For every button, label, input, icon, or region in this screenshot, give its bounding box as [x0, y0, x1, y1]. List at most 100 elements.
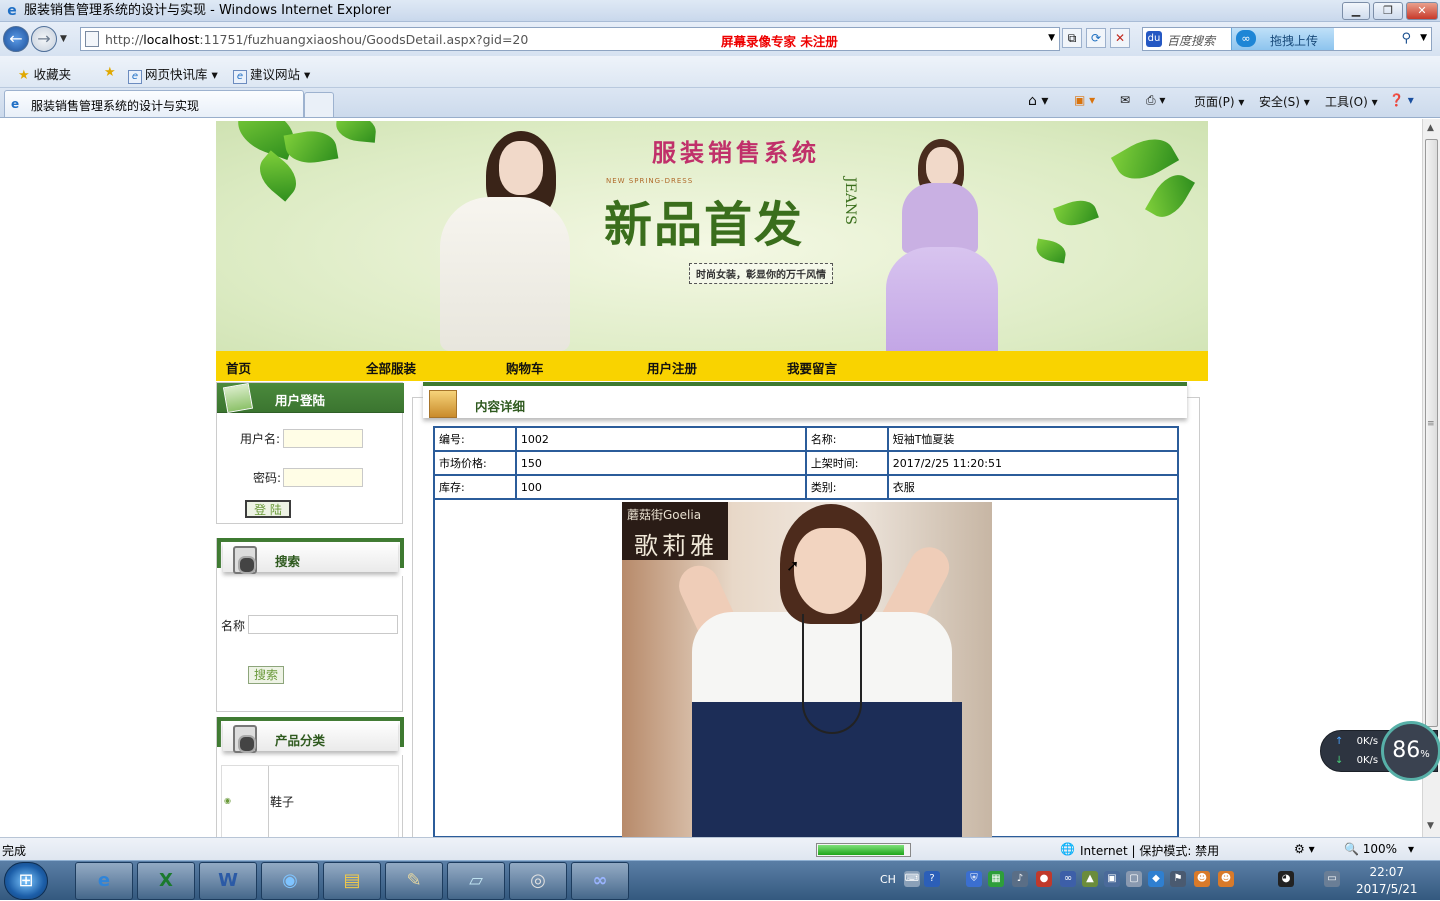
- password-label: 密码:: [253, 471, 282, 485]
- taskbar-tools-icon[interactable]: ✎: [385, 862, 443, 900]
- network-speed-widget[interactable]: ↑ 0K/s ↓ 0K/s 86%: [1320, 721, 1440, 781]
- login-button[interactable]: 登 陆: [245, 500, 291, 518]
- tab-bar: e 服装销售管理系统的设计与实现 ⌂ ▾ ▣ ▾ ✉ ⎙ ▾ 页面(P) ▾ 安…: [0, 88, 1440, 118]
- forward-button[interactable]: →: [31, 26, 57, 52]
- category-item[interactable]: 鞋子: [270, 793, 294, 810]
- compatibility-view-icon[interactable]: ⧉: [1062, 28, 1082, 48]
- taskbar-vs-icon[interactable]: ∞: [571, 862, 629, 900]
- print-icon[interactable]: ⎙ ▾: [1146, 93, 1165, 108]
- safety-menu[interactable]: 安全(S) ▾: [1259, 93, 1310, 110]
- qq-penguin-icon[interactable]: ◕: [1278, 871, 1294, 887]
- zoom-control[interactable]: 🔍 100%: [1344, 842, 1397, 856]
- field-label: 编号:: [433, 426, 517, 452]
- flag-icon[interactable]: ⚑: [1170, 871, 1186, 887]
- shield-icon[interactable]: ⛨: [966, 871, 982, 887]
- table-row: 库存: 100 类别: 衣服: [433, 474, 1180, 500]
- action-center-icon[interactable]: ▭: [1324, 871, 1340, 887]
- ime-indicator[interactable]: CH: [880, 873, 896, 886]
- app-tray-icon[interactable]: ▲: [1082, 871, 1098, 887]
- address-dropdown-icon[interactable]: ▼: [1048, 33, 1055, 43]
- keyboard-icon[interactable]: ⌨: [904, 871, 920, 887]
- user-photo-icon: [222, 382, 254, 414]
- scroll-thumb[interactable]: [1425, 139, 1438, 727]
- memory-usage-dial: 86%: [1381, 721, 1440, 781]
- drag-upload-button[interactable]: ∞ 拖拽上传: [1231, 28, 1334, 50]
- favorite-item-suggested-sites[interactable]: e 建议网站 ▾: [233, 64, 310, 84]
- product-image-cell: 蘑菇街Goelia 歌莉雅 ➚: [433, 498, 1179, 837]
- device-tray-icon[interactable]: ▢: [1126, 871, 1142, 887]
- username-input[interactable]: [283, 429, 363, 448]
- security-tray-icon[interactable]: ●: [1036, 871, 1052, 887]
- menu-item-cart[interactable]: 购物车: [506, 358, 544, 377]
- favorites-button[interactable]: ★ 收藏夹: [18, 64, 71, 83]
- taskbar-ie-icon[interactable]: e: [75, 862, 133, 900]
- taskbar: ⊞ e X W ◉ ▤ ✎ ▱ ◎ ∞ CH ⌨ ? ⛨ ▦ ♪ ● ∞ ▲ ▣…: [0, 860, 1440, 900]
- field-label: 类别:: [804, 474, 889, 500]
- popup-blocker-icon[interactable]: ⚙ ▾: [1294, 842, 1315, 856]
- banner-spring-text: NEW SPRING-DRESS: [606, 177, 694, 185]
- upload-rate: 0K/s: [1356, 736, 1379, 747]
- search-name-label: 名称: [221, 619, 246, 633]
- start-button[interactable]: ⊞: [4, 862, 48, 900]
- menu-item-register[interactable]: 用户注册: [647, 358, 697, 377]
- field-value: 2017/2/25 11:20:51: [886, 450, 1180, 476]
- favorite-item-web-slice[interactable]: e 网页快讯库 ▾: [128, 64, 218, 84]
- tools-menu[interactable]: 工具(O) ▾: [1325, 93, 1378, 110]
- help-tray-icon[interactable]: ?: [924, 871, 940, 887]
- login-panel-header: 用户登陆: [217, 382, 404, 414]
- taskbar-word-icon[interactable]: W: [199, 862, 257, 900]
- clock[interactable]: 22:07 2017/5/21: [1356, 864, 1418, 898]
- search-options-dropdown-icon[interactable]: ▼: [1420, 33, 1427, 43]
- address-field[interactable]: http://localhost:11751/fuzhuangxiaoshou/…: [80, 27, 1060, 51]
- category-panel-header: 产品分类: [217, 717, 404, 755]
- home-icon[interactable]: ⌂ ▾: [1028, 93, 1048, 109]
- scroll-grip-icon: ≡: [1427, 419, 1435, 429]
- mail-icon[interactable]: ✉: [1120, 93, 1130, 107]
- ie-page-icon: e: [233, 70, 247, 84]
- fox-tray-icon[interactable]: ☻: [1218, 871, 1234, 887]
- add-to-favorites-bar-icon[interactable]: ★: [104, 64, 116, 80]
- page-menu[interactable]: 页面(P) ▾: [1194, 93, 1244, 110]
- restore-button[interactable]: ❐: [1373, 2, 1403, 20]
- help-icon[interactable]: ❓ ▾: [1389, 93, 1414, 107]
- new-tab-button[interactable]: [304, 92, 334, 117]
- detail-panel-header: 内容详细: [423, 382, 1187, 418]
- search-button[interactable]: 搜索: [248, 666, 284, 684]
- taskbar-folder-icon[interactable]: ▤: [323, 862, 381, 900]
- security-zone-text[interactable]: Internet | 保护模式: 禁用: [1080, 842, 1219, 859]
- network-tray-icon[interactable]: ▦: [988, 871, 1004, 887]
- menu-item-all-clothing[interactable]: 全部服装: [366, 358, 416, 377]
- recent-pages-dropdown-icon[interactable]: ▼: [60, 34, 67, 44]
- clipboard-tray-icon[interactable]: ▣: [1104, 871, 1120, 887]
- menu-item-home[interactable]: 首页: [226, 358, 251, 377]
- search-name-input[interactable]: [248, 615, 398, 634]
- fox-tray-icon[interactable]: ☻: [1194, 871, 1210, 887]
- field-value: 1002: [514, 426, 807, 452]
- address-url: http://localhost:11751/fuzhuangxiaoshou/…: [105, 32, 529, 47]
- taskbar-notebook-icon[interactable]: ▱: [447, 862, 505, 900]
- scroll-down-icon[interactable]: ▼: [1427, 821, 1434, 831]
- baidu-tray-icon[interactable]: ◆: [1148, 871, 1164, 887]
- tab-active[interactable]: e 服装销售管理系统的设计与实现: [4, 90, 304, 117]
- search-box[interactable]: du 百度搜索 ∞ 拖拽上传 ⚲ ▼: [1142, 27, 1432, 51]
- close-window-button[interactable]: ✕: [1406, 2, 1438, 20]
- rss-feed-icon[interactable]: ▣ ▾: [1074, 93, 1095, 107]
- taskbar-browser-icon[interactable]: ◉: [261, 862, 319, 900]
- zoom-dropdown-icon[interactable]: ▾: [1408, 842, 1414, 856]
- mouse-cursor-icon: ➚: [786, 556, 800, 575]
- taskbar-excel-icon[interactable]: X: [137, 862, 195, 900]
- globe-icon: 🌐: [1060, 842, 1075, 856]
- menu-item-guestbook[interactable]: 我要留言: [787, 358, 837, 377]
- volume-icon[interactable]: ♪: [1012, 871, 1028, 887]
- refresh-icon[interactable]: ⟳: [1086, 28, 1106, 48]
- password-input[interactable]: [283, 468, 363, 487]
- search-icon[interactable]: ⚲: [1401, 31, 1411, 46]
- scroll-up-icon[interactable]: ▲: [1427, 123, 1434, 133]
- detail-panel: 内容详细 编号: 1002 名称: 短袖T恤夏装 市场价格: 150 上架时间:…: [412, 382, 1200, 837]
- back-button[interactable]: ←: [3, 26, 29, 52]
- star-icon: ★: [18, 68, 30, 83]
- cloud-tray-icon[interactable]: ∞: [1060, 871, 1076, 887]
- taskbar-media-icon[interactable]: ◎: [509, 862, 567, 900]
- minimize-button[interactable]: ▁: [1342, 2, 1370, 20]
- stop-icon[interactable]: ✕: [1110, 28, 1130, 48]
